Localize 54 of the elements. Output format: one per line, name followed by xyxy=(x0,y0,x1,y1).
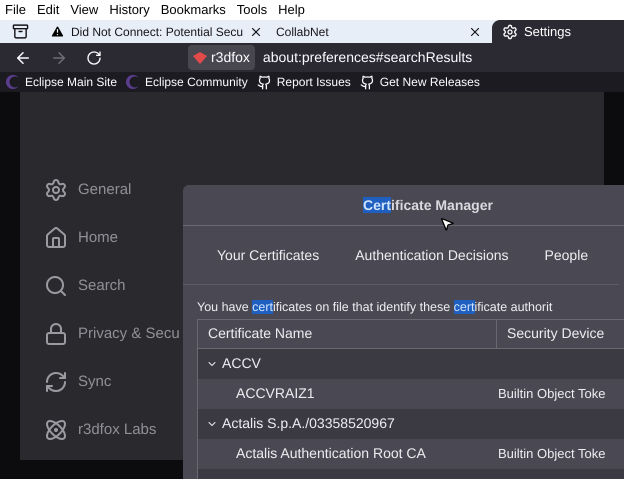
tab-title: CollabNet xyxy=(276,24,329,40)
search-icon xyxy=(44,274,68,298)
table-cell-text: Builtin Object Toke xyxy=(497,445,606,463)
warning-icon xyxy=(50,24,65,39)
menu-item[interactable]: Bookmarks xyxy=(160,0,226,20)
menu-item[interactable]: Help xyxy=(278,0,305,20)
github-icon xyxy=(360,74,375,90)
bookmark-item[interactable]: Eclipse Community xyxy=(126,73,248,91)
settings-icon xyxy=(502,24,518,40)
menu-item[interactable]: Edit xyxy=(36,0,60,20)
browser-tab[interactable]: Did Not Connect: Potential Secu xyxy=(40,20,266,43)
column-header[interactable]: Certificate Name xyxy=(198,320,497,348)
sidebar-item[interactable]: Search xyxy=(44,273,183,299)
fox-logo-icon xyxy=(193,52,207,64)
sidebar-item[interactable]: Home xyxy=(44,225,183,251)
dialog-tab[interactable]: People xyxy=(544,244,588,266)
column-header[interactable]: Security Device xyxy=(497,320,624,348)
home-icon xyxy=(44,226,68,250)
dialog-title: Certificate Manager xyxy=(363,196,493,215)
lock-icon xyxy=(44,322,68,346)
dialog-tab[interactable]: Authentication Decisions xyxy=(355,244,509,266)
tab-list-icon[interactable] xyxy=(12,23,28,40)
sidebar-item[interactable]: Privacy & Secu xyxy=(44,321,183,347)
settings-icon xyxy=(44,178,68,202)
browser-tab[interactable]: CollabNet xyxy=(266,20,492,43)
eclipse-logo-icon xyxy=(6,75,20,89)
table-cell-text: Builtin Object Toke xyxy=(497,385,606,403)
sidebar-item[interactable]: General xyxy=(44,177,183,203)
url-text[interactable]: about:preferences#searchResults xyxy=(262,47,472,68)
description-text: You have certificates on file that identify these certificate authorit xyxy=(197,300,552,314)
sync-icon xyxy=(44,370,68,394)
mouse-cursor-icon xyxy=(439,216,455,232)
atom-icon xyxy=(44,418,68,442)
eclipse-logo-icon xyxy=(126,75,140,89)
dialog-tab[interactable]: Your Certificates xyxy=(217,244,320,266)
sidebar-item[interactable]: Sync xyxy=(44,369,183,395)
table-cell-text: Actalis Authentication Root CA xyxy=(235,444,427,464)
reload-icon[interactable] xyxy=(86,50,102,66)
menu-item[interactable]: File xyxy=(5,0,26,20)
github-icon xyxy=(256,74,272,90)
tab-title: Settings xyxy=(524,22,571,41)
tab-title: Did Not Connect: Potential Secu xyxy=(71,24,244,40)
menu-item[interactable]: View xyxy=(70,0,98,20)
tree-group-name[interactable]: ACCV xyxy=(222,353,261,374)
tree-group-name[interactable]: Actalis S.p.A./03358520967 xyxy=(222,413,395,434)
browser-tab[interactable]: Settings xyxy=(492,20,624,43)
table-cell-text: ACCVRAIZ1 xyxy=(235,384,316,404)
identity-badge[interactable]: r3dfox xyxy=(188,45,255,70)
bookmark-item[interactable]: Eclipse Main Site xyxy=(6,73,118,91)
bookmark-item[interactable]: Get New Releases xyxy=(360,73,480,91)
menu-item[interactable]: Tools xyxy=(236,0,268,20)
menu-item[interactable]: History xyxy=(109,0,150,20)
sidebar-item[interactable]: r3dfox Labs xyxy=(44,417,183,443)
bookmark-item[interactable]: Report Issues xyxy=(256,73,351,91)
